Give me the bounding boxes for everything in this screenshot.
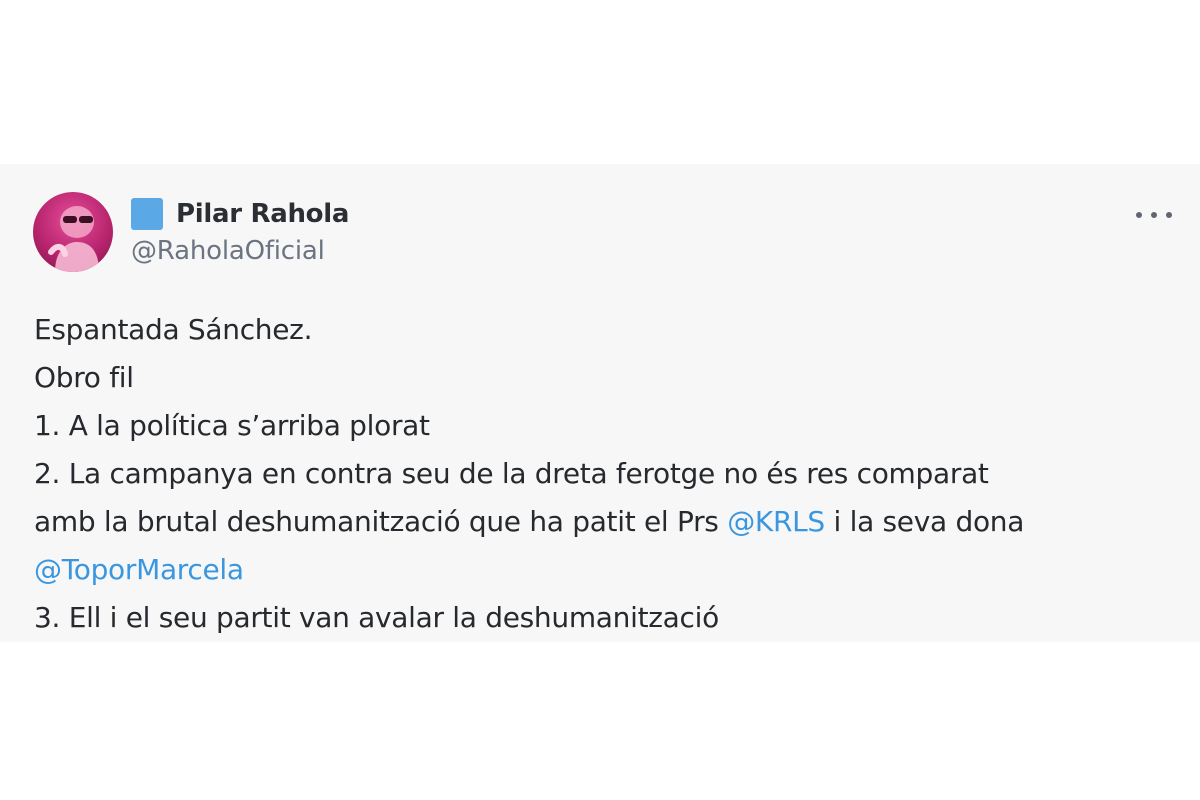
tweet-text-segment: amb la brutal deshumanització que ha pat…: [34, 505, 728, 538]
ellipsis-icon: [1136, 212, 1142, 218]
avatar-photo-icon: [48, 206, 99, 272]
ellipsis-icon: [1166, 212, 1172, 218]
mention-link-krls[interactable]: @KRLS: [727, 505, 825, 538]
author-name[interactable]: Pilar Rahola: [176, 199, 349, 229]
more-options-button[interactable]: [1134, 200, 1174, 230]
tweet-text: Espantada Sánchez. Obro fil 1. A la polí…: [34, 306, 1174, 642]
avatar[interactable]: [33, 192, 113, 272]
tweet-text-line: 1. A la política s’arriba plorat: [34, 409, 430, 442]
tweet-text-line: 2. La campanya en contra seu de la dreta…: [34, 457, 989, 490]
tweet-text-line: Espantada Sánchez.: [34, 313, 313, 346]
ellipsis-icon: [1151, 212, 1157, 218]
tweet-text-line: Obro fil: [34, 361, 134, 394]
author-name-row: Pilar Rahola: [131, 196, 349, 232]
tweet-text-line: 3. Ell i el seu partit van avalar la des…: [34, 601, 719, 634]
author-handle[interactable]: @RaholaOficial: [131, 236, 349, 266]
tweet-text-line: amb la brutal deshumanització que ha pat…: [34, 498, 1174, 546]
author-badge-icon: [131, 198, 163, 230]
mention-link-topormarcela[interactable]: @ToporMarcela: [34, 553, 244, 586]
tweet-text-line: @ToporMarcela: [34, 546, 1174, 594]
tweet-text-segment: i la seva dona: [824, 505, 1025, 538]
tweet-author: Pilar Rahola @RaholaOficial: [131, 196, 349, 266]
